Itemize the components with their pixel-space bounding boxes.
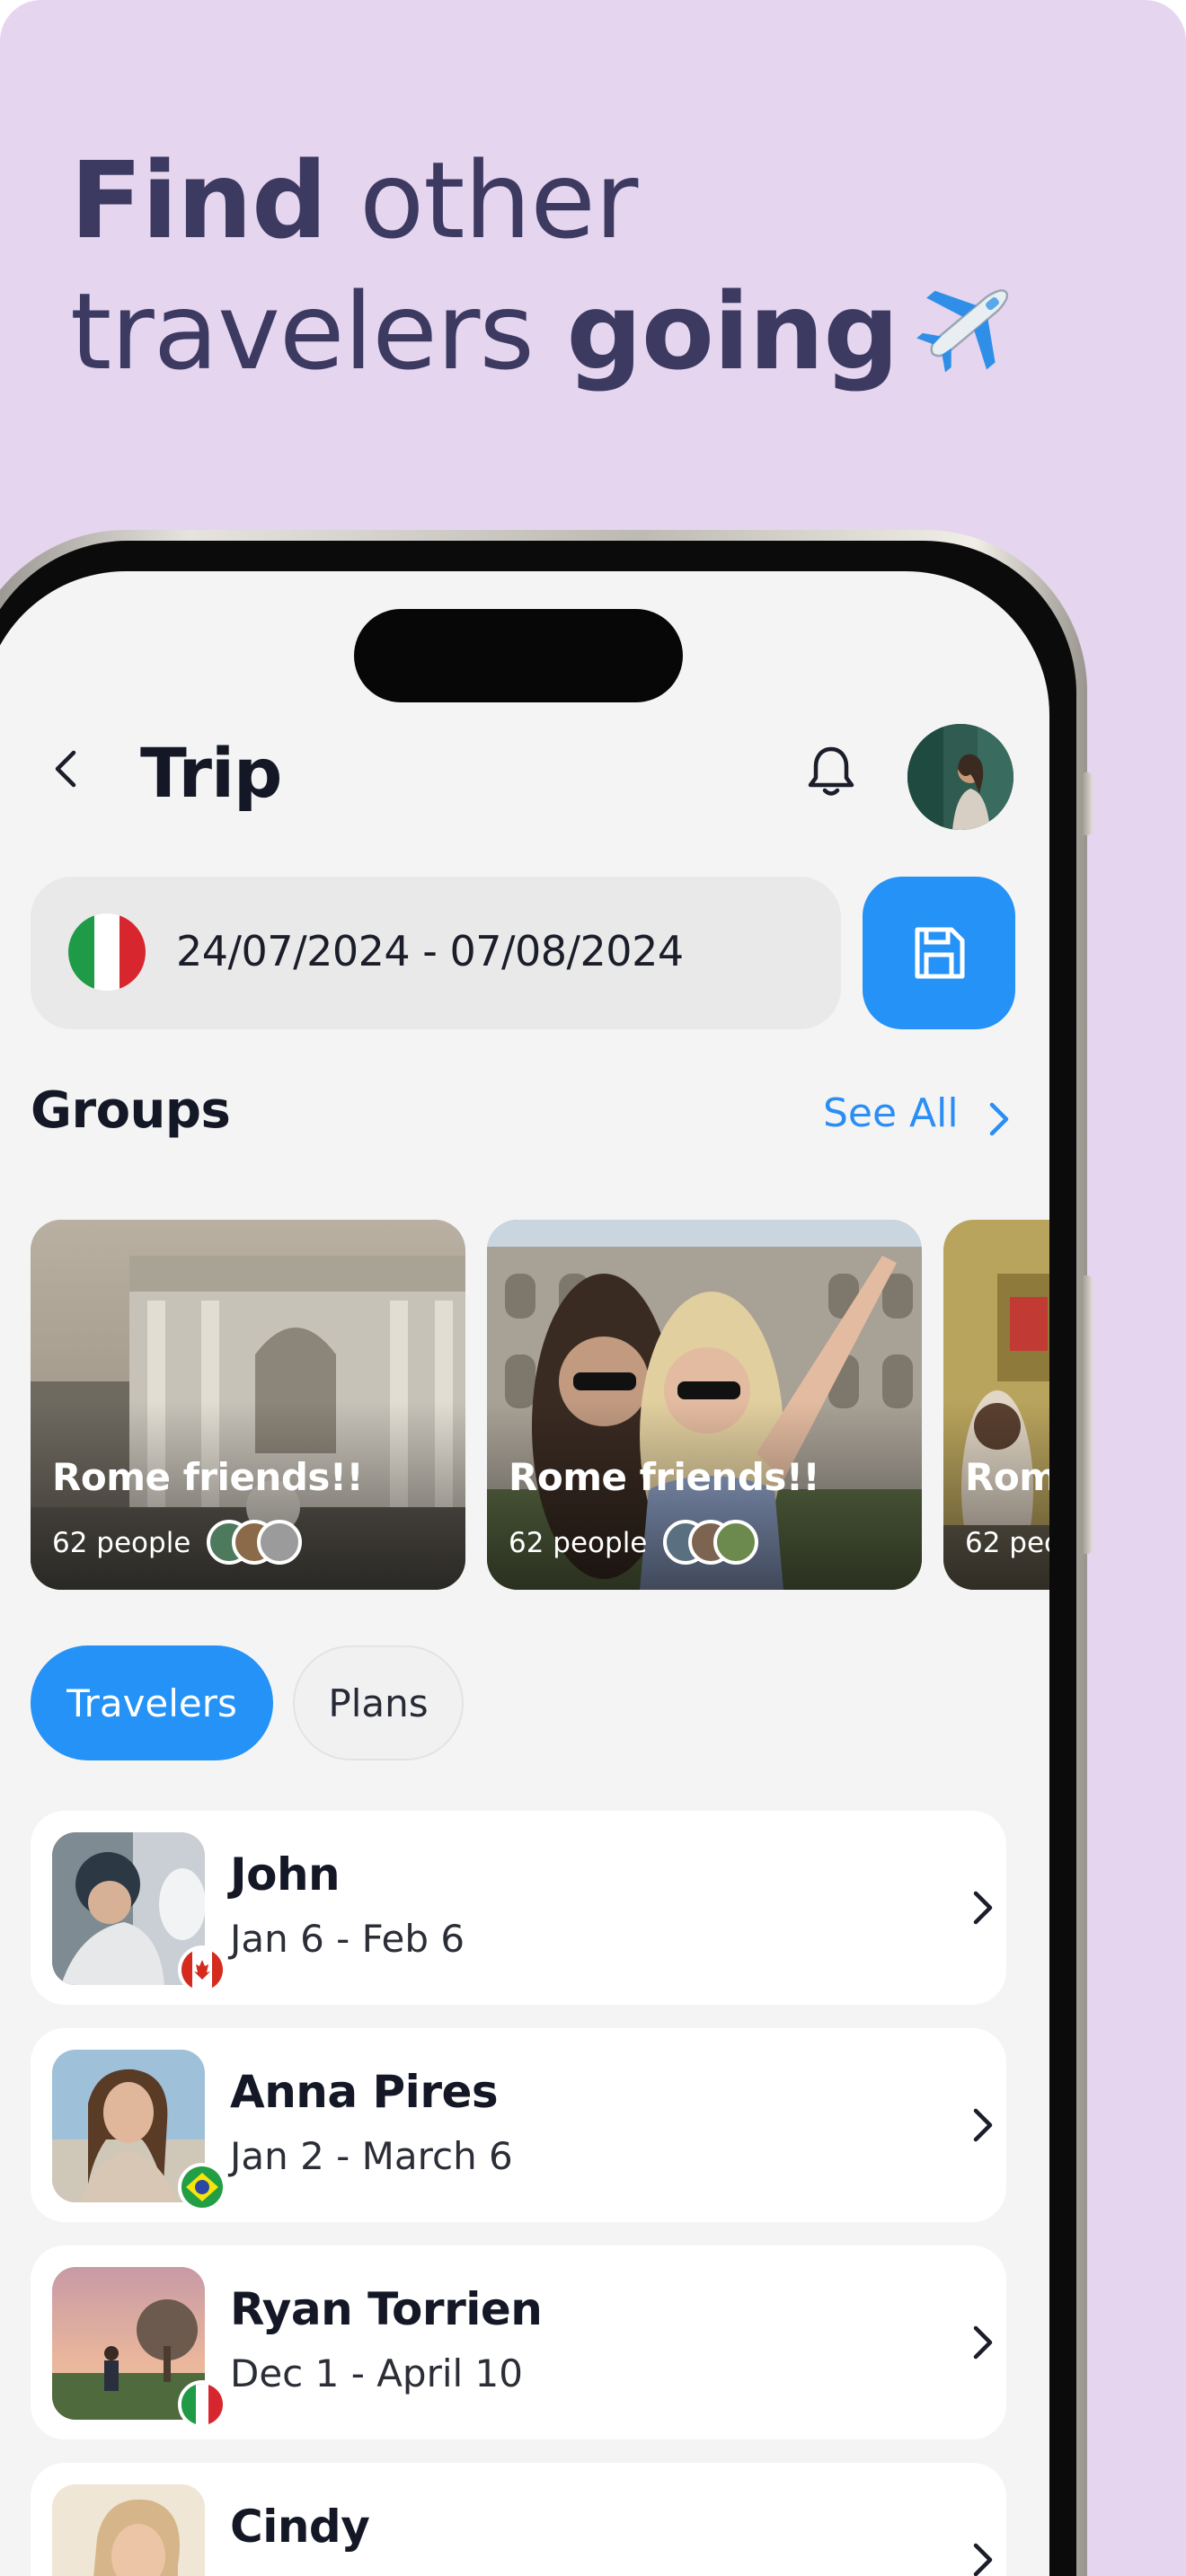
headline-word-find: Find [70, 138, 328, 262]
notifications-button[interactable] [800, 740, 863, 803]
page-title: Trip [140, 733, 282, 813]
traveler-name: Cindy [230, 2501, 370, 2553]
promo-headline: Find other travelers going [70, 135, 1130, 410]
traveler-row-ryan-torrien[interactable]: Ryan Torrien Dec 1 - April 10 [31, 2245, 1006, 2439]
headline-word-travelers: travelers [70, 269, 567, 393]
traveler-row-cindy[interactable]: Cindy [31, 2463, 1006, 2576]
see-all-link[interactable]: See All [823, 1090, 959, 1136]
phone-power-button [1082, 1275, 1093, 1554]
member-avatar [257, 1520, 302, 1565]
chevron-right-icon [970, 2538, 996, 2576]
tab-plans[interactable]: Plans [293, 1645, 464, 1760]
group-name: Rome friends!! [965, 1455, 1049, 1499]
phone-side-button [1082, 772, 1093, 835]
italy-flag-icon [68, 913, 146, 991]
headline-word-other: other [326, 138, 638, 262]
airplane-icon [911, 269, 1022, 410]
canada-flag-icon [178, 1945, 226, 1994]
chevron-right-icon [970, 1886, 996, 1929]
traveler-photo [52, 2484, 205, 2576]
member-avatars [663, 1520, 762, 1565]
save-button[interactable] [863, 877, 1015, 1029]
tab-travelers[interactable]: Travelers [31, 1645, 273, 1760]
profile-avatar[interactable] [907, 724, 1013, 830]
group-member-count: 62 people [965, 1527, 1049, 1559]
chevron-right-icon [970, 2321, 996, 2364]
promo-background: Find other travelers going Trip 24/07/20… [0, 0, 1186, 2576]
traveler-dates: Jan 6 - Feb 6 [230, 1917, 465, 1961]
brazil-flag-icon [178, 2163, 226, 2211]
member-avatars [207, 1520, 305, 1565]
trip-date-range-field[interactable]: 24/07/2024 - 07/08/2024 [31, 877, 841, 1029]
traveler-dates: Jan 2 - March 6 [230, 2134, 513, 2178]
traveler-name: John [230, 1848, 341, 1901]
save-icon [915, 927, 965, 979]
back-button[interactable] [45, 747, 88, 790]
groups-heading: Groups [31, 1081, 231, 1140]
italy-flag-icon [178, 2380, 226, 2429]
traveler-name: Anna Pires [230, 2066, 499, 2118]
dynamic-island [354, 609, 683, 702]
traveler-row-anna-pires[interactable]: Anna Pires Jan 2 - March 6 [31, 2028, 1006, 2222]
group-name: Rome friends!! [52, 1455, 364, 1499]
group-member-count: 62 people [52, 1527, 191, 1559]
group-name: Rome friends!! [509, 1455, 820, 1499]
traveler-row-john[interactable]: John Jan 6 - Feb 6 [31, 1811, 1006, 2005]
app-header: Trip [0, 706, 1049, 832]
traveler-name: Ryan Torrien [230, 2283, 543, 2335]
date-range-text: 24/07/2024 - 07/08/2024 [176, 927, 684, 975]
group-member-count: 62 people [509, 1527, 648, 1559]
chevron-left-icon [55, 750, 76, 788]
bell-icon [808, 746, 854, 796]
group-card[interactable]: Rome friends!! 62 people [31, 1220, 465, 1590]
headline-word-going: going [566, 269, 898, 393]
traveler-dates: Dec 1 - April 10 [230, 2351, 523, 2395]
chevron-right-icon [970, 2104, 996, 2147]
group-card[interactable]: Rome friends!! 62 people [487, 1220, 922, 1590]
chevron-right-icon[interactable] [985, 1099, 1012, 1139]
member-avatar [713, 1520, 758, 1565]
group-card[interactable]: Rome friends!! 62 people [943, 1220, 1049, 1590]
phone-screen: Trip 24/07/2024 - 07/08/2024 Groups See … [0, 571, 1049, 2576]
